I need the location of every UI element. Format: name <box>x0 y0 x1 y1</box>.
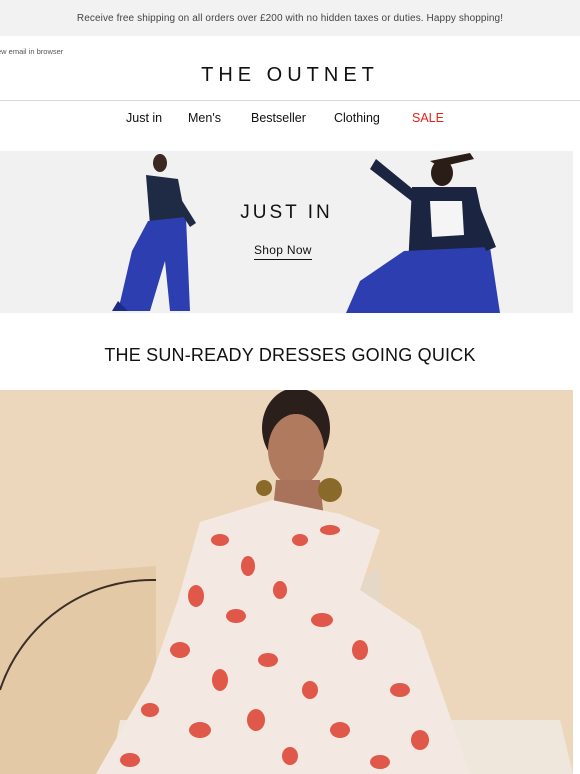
nav-item-sale[interactable]: SALE <box>412 111 444 125</box>
header-divider <box>0 100 580 101</box>
hero-title: JUST IN <box>240 202 333 223</box>
nav-item-just-in[interactable]: Just in <box>126 111 162 125</box>
nav-item-clothing[interactable]: Clothing <box>334 111 380 125</box>
shipping-banner-text: Receive free shipping on all orders over… <box>76 12 504 24</box>
just-in-hero-banner[interactable]: JUST IN Shop Now <box>0 151 573 313</box>
shop-now-button[interactable]: Shop Now <box>254 243 312 260</box>
nav-item-mens[interactable]: Men's <box>188 111 221 125</box>
view-in-browser-link[interactable]: ew email in browser <box>0 47 63 56</box>
nav-item-bestseller[interactable]: Bestseller <box>251 111 306 125</box>
section-title: THE SUN-READY DRESSES GOING QUICK <box>104 345 476 365</box>
hero-image <box>0 151 573 313</box>
main-nav: Just in Men's Bestseller Clothing SALE <box>0 111 580 131</box>
dresses-feature-image[interactable] <box>0 390 573 774</box>
shipping-banner: Receive free shipping on all orders over… <box>0 0 580 36</box>
brand-logo[interactable]: THE OUTNET <box>0 64 580 87</box>
model-photo <box>0 390 573 774</box>
